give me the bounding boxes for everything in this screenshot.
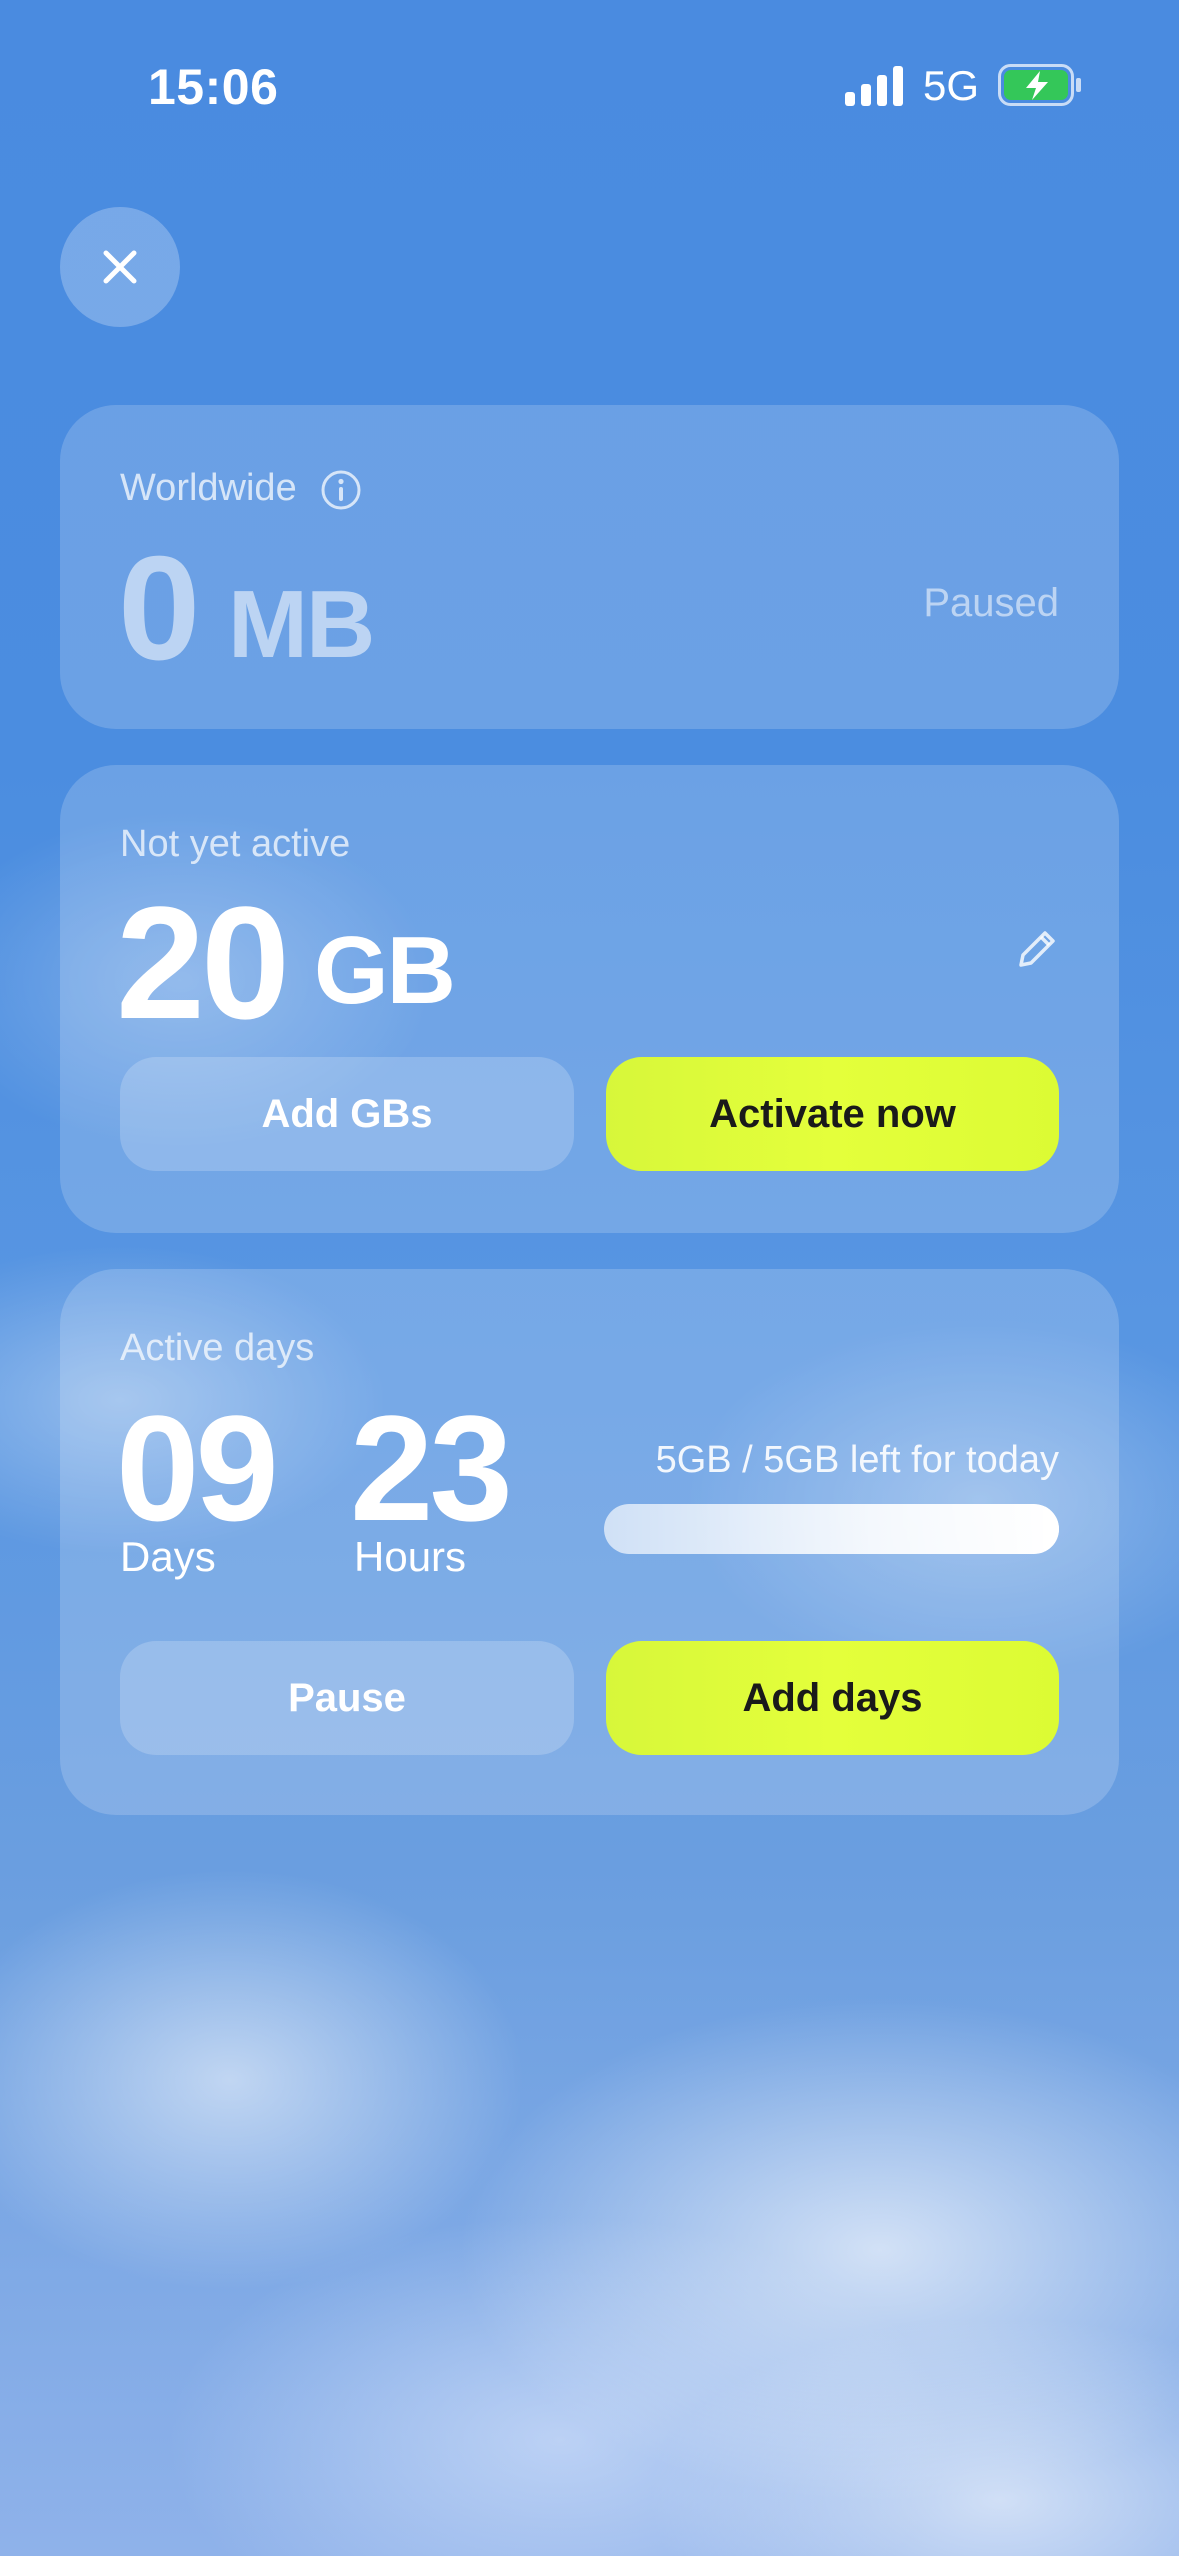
daily-quota-text: 5GB / 5GB left for today <box>655 1439 1059 1481</box>
daily-quota-progress-fill <box>604 1504 1059 1554</box>
worldwide-label: Worldwide <box>120 467 297 509</box>
cellular-signal-icon <box>845 66 903 106</box>
activate-now-button[interactable]: Activate now <box>606 1057 1059 1171</box>
daily-quota-progress <box>604 1504 1059 1554</box>
data-plan-card: Not yet active 20 GB Add GBs Activate no… <box>60 765 1119 1233</box>
active-days-card: Active days 09 Days 23 Hours 5GB / 5GB l… <box>60 1269 1119 1815</box>
add-days-button[interactable]: Add days <box>606 1641 1059 1755</box>
worldwide-unit: MB <box>228 571 375 678</box>
info-icon[interactable] <box>320 469 362 511</box>
status-time: 15:06 <box>148 59 279 115</box>
daily-quota-progress-knob <box>1043 1504 1059 1554</box>
close-icon <box>103 250 137 284</box>
add-gbs-button[interactable]: Add GBs <box>120 1057 574 1171</box>
worldwide-amount: 0 <box>118 526 200 691</box>
data-plan-amount: 20 <box>116 873 290 1052</box>
pencil-icon[interactable] <box>1013 925 1061 973</box>
days-value: 09 <box>116 1384 279 1552</box>
data-plan-status-label: Not yet active <box>120 823 351 865</box>
active-days-label: Active days <box>120 1327 315 1369</box>
hours-value: 23 <box>350 1384 513 1552</box>
hours-label: Hours <box>354 1533 467 1580</box>
battery-charging-icon <box>998 64 1081 106</box>
network-type: 5G <box>923 62 980 109</box>
status-bar: 15:06 5G <box>0 0 1179 170</box>
days-label: Days <box>120 1533 216 1580</box>
pause-button[interactable]: Pause <box>120 1641 574 1755</box>
worldwide-card: Worldwide 0 MB Paused <box>60 405 1119 729</box>
close-button[interactable] <box>60 207 180 327</box>
data-plan-unit: GB <box>314 917 456 1024</box>
status-paused: Paused <box>923 581 1059 625</box>
